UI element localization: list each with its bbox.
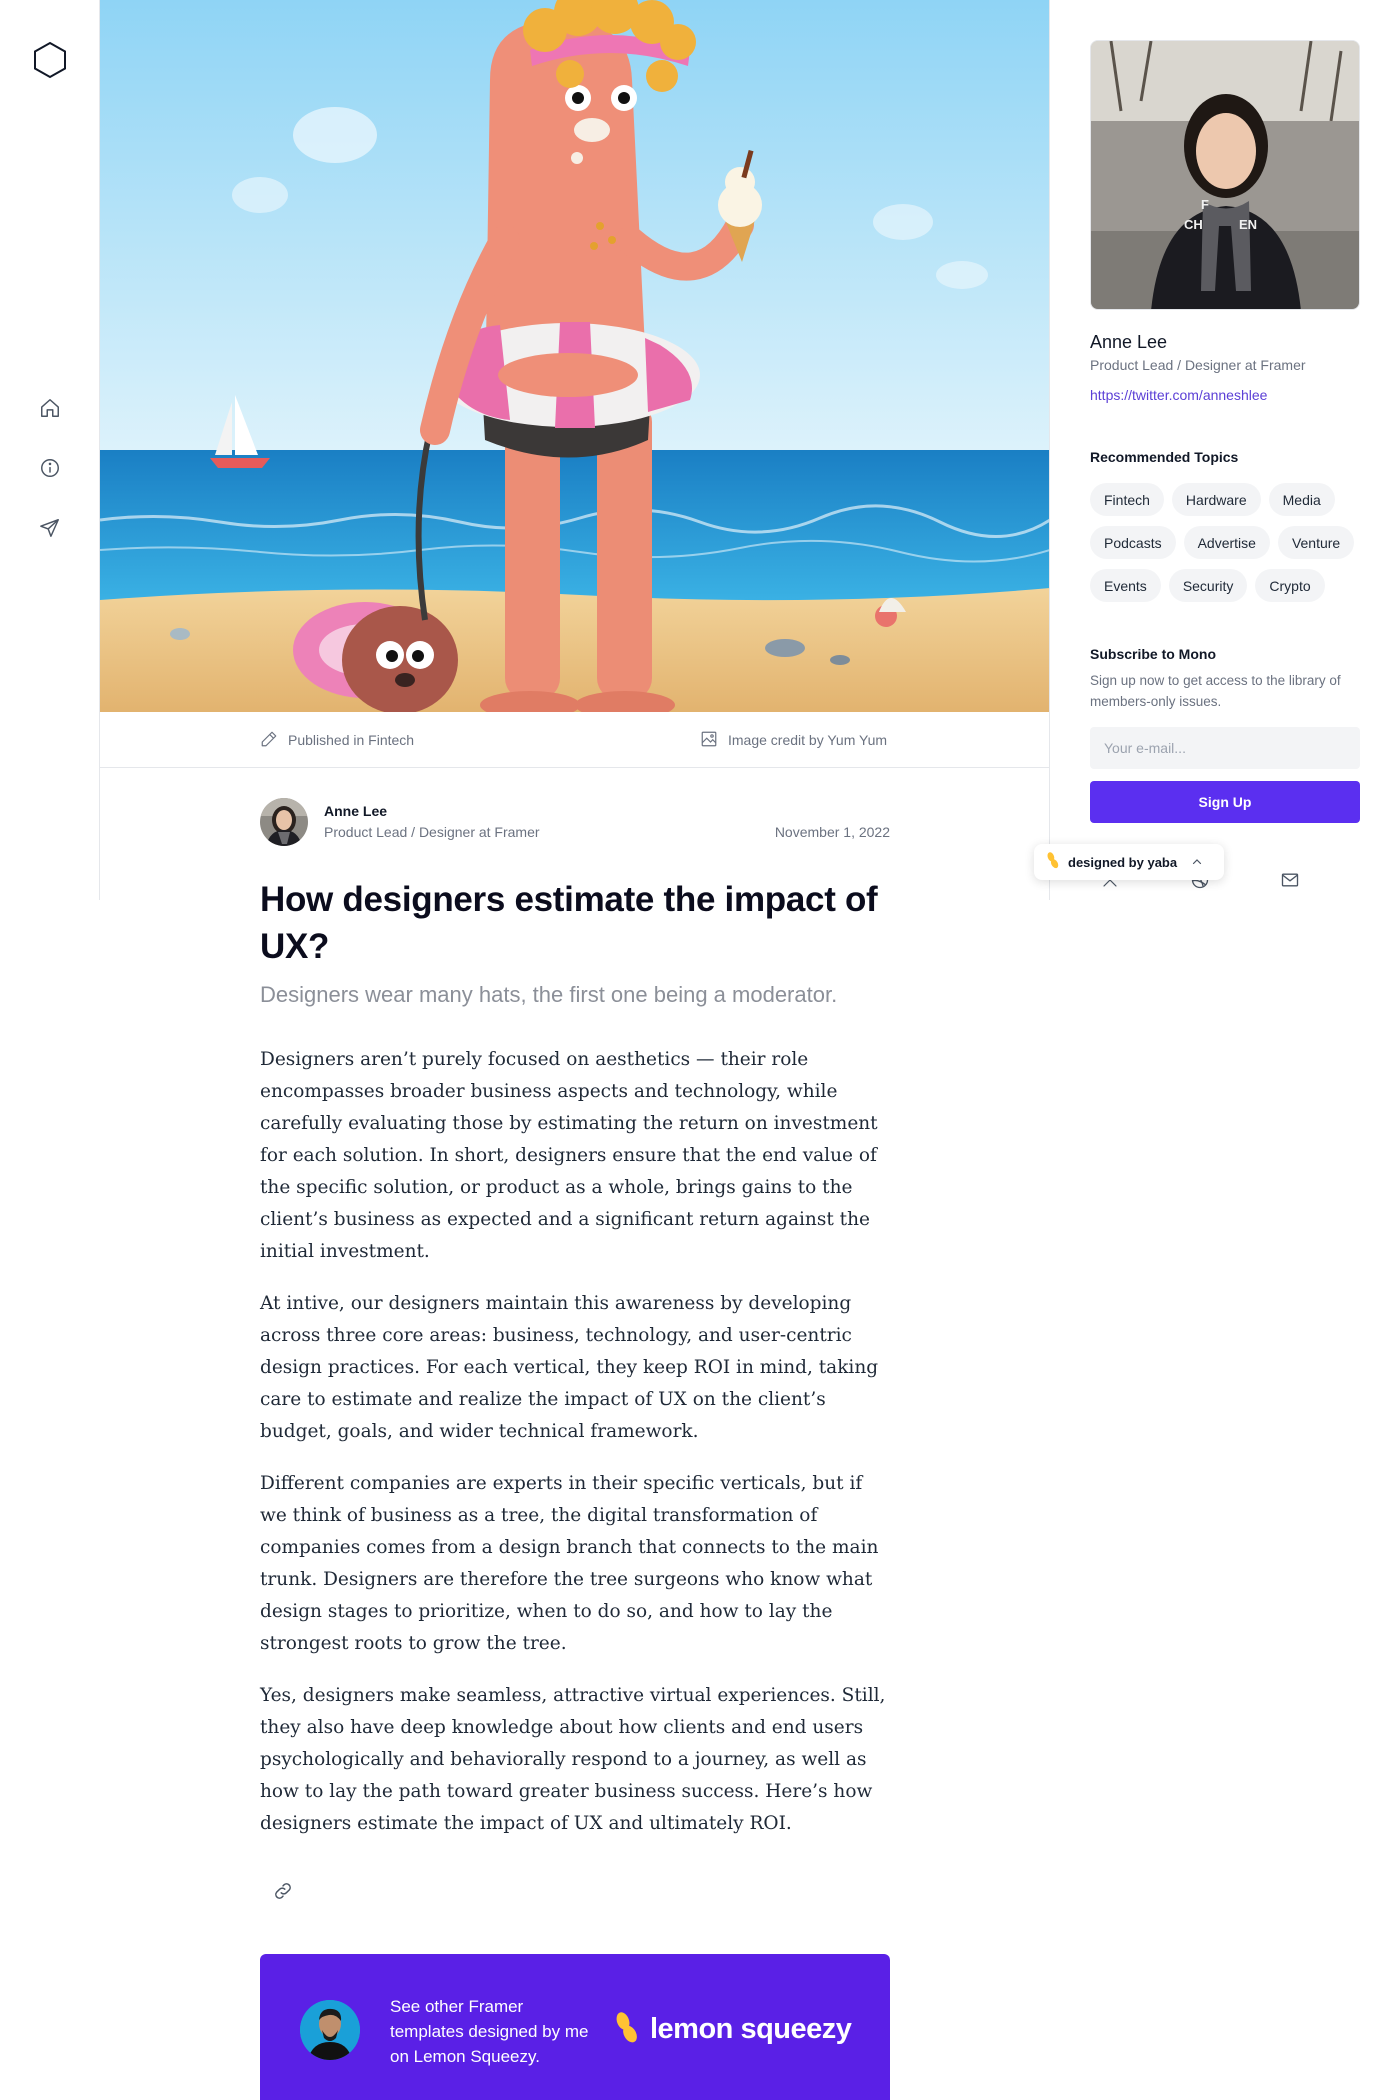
link-icon [272, 1880, 294, 1906]
copy-link-button[interactable] [266, 1876, 300, 1910]
hero-meta: Published in Fintech Image credit by Yum… [100, 712, 1050, 768]
topic-tag[interactable]: Hardware [1171, 483, 1261, 516]
svg-text:EN: EN [1239, 217, 1257, 232]
mail-icon[interactable] [1276, 866, 1304, 894]
svg-text:CH: CH [1184, 217, 1203, 232]
topic-tag[interactable]: Media [1268, 483, 1335, 516]
lemon-icon [1046, 851, 1060, 873]
pencil-icon [260, 730, 278, 751]
published-label: Published in Fintech [288, 732, 415, 748]
info-icon[interactable] [34, 452, 66, 484]
lemon-squeezy-logo[interactable]: lemon squeezy [614, 2010, 852, 2048]
author-name[interactable]: Anne Lee [324, 803, 387, 819]
image-credit: Image credit by Yum Yum [700, 712, 887, 768]
image-credit-label: Image credit by Yum Yum [728, 732, 888, 748]
hero-image [100, 0, 1050, 712]
promo-banner[interactable]: See other Framer templates designed by m… [260, 1954, 890, 2100]
topic-tag[interactable]: Fintech [1090, 483, 1164, 516]
image-icon [700, 730, 718, 751]
topic-tag[interactable]: Podcasts [1090, 526, 1176, 559]
avatar[interactable] [260, 798, 308, 846]
email-field[interactable] [1090, 727, 1360, 769]
left-rail [0, 0, 100, 2100]
promo-avatar [300, 2000, 360, 2060]
signup-button[interactable]: Sign Up [1090, 781, 1360, 823]
svg-text:F: F [1201, 197, 1209, 212]
paragraph: Different companies are experts in their… [260, 1473, 879, 1654]
topic-tag[interactable]: Events [1090, 569, 1161, 602]
topics-list: Fintech Hardware Media Podcasts Advertis… [1090, 483, 1370, 602]
subscribe-heading: Subscribe to Mono [1090, 646, 1216, 662]
chevron-up-icon [1191, 853, 1203, 872]
topic-tag[interactable]: Crypto [1255, 569, 1325, 602]
promo-text: See other Framer templates designed by m… [390, 1997, 589, 2066]
designed-by-badge[interactable]: designed by yaba [1034, 844, 1224, 880]
send-icon[interactable] [34, 512, 66, 544]
paragraph: At intive, our designers maintain this a… [260, 1293, 879, 1442]
article-subtitle: Designers wear many hats, the first one … [260, 982, 838, 1007]
topic-tag[interactable]: Venture [1277, 526, 1355, 559]
topic-tag[interactable]: Security [1168, 569, 1248, 602]
page-title: How designers estimate the impact of UX? [260, 880, 878, 966]
badge-label: designed by yaba [1068, 854, 1178, 870]
subscribe-description: Sign up now to get access to the library… [1090, 673, 1341, 709]
profile-role: Product Lead / Designer at Framer [1090, 357, 1306, 373]
article-body: Designers aren’t purely focused on aesth… [260, 1044, 892, 1860]
home-icon[interactable] [34, 392, 66, 424]
twitter-link[interactable]: https://twitter.com/anneshlee [1090, 387, 1267, 403]
paragraph: Designers aren’t purely focused on aesth… [260, 1049, 878, 1262]
publish-date: November 1, 2022 [774, 824, 890, 840]
brand-name: lemon squeezy [650, 2012, 852, 2045]
author-row: Anne Lee Product Lead / Designer at Fram… [260, 798, 890, 848]
author-role: Product Lead / Designer at Framer [324, 824, 540, 840]
paragraph: Yes, designers make seamless, attractive… [260, 1685, 886, 1834]
profile-name: Anne Lee [1090, 332, 1168, 352]
published-info: Published in Fintech [260, 712, 414, 768]
hexagon-icon[interactable] [32, 40, 68, 80]
topic-tag[interactable]: Advertise [1183, 526, 1270, 559]
topics-heading: Recommended Topics [1090, 449, 1239, 465]
lemon-icon [614, 2010, 640, 2048]
profile-photo: F CH EN [1090, 40, 1360, 310]
